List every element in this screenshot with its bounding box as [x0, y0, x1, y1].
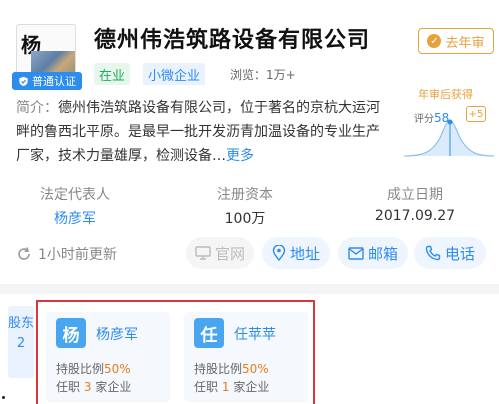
company-type-tag: 小微企业 — [143, 63, 206, 85]
status-tag: 在业 — [94, 63, 131, 85]
monitor-icon — [195, 246, 211, 260]
refresh-icon — [18, 247, 30, 260]
shield-icon — [19, 76, 28, 86]
intro-text: 德州伟浩筑路设备有限公司，位于著名的京杭大运河畔的鲁西北平原。是最早一批开发沥青… — [16, 100, 380, 164]
shareholder-count: 2 — [16, 336, 26, 351]
company-name: 德州伟浩筑路设备有限公司 — [94, 28, 371, 53]
address-label: 地址 — [289, 244, 320, 263]
phone-icon — [425, 245, 441, 261]
phone-label: 电话 — [444, 244, 475, 263]
score-header: 年审后获得 — [418, 88, 473, 101]
registered-capital: 注册资本 100万 — [170, 184, 320, 228]
email-button[interactable]: 邮箱 — [338, 237, 408, 269]
mail-icon — [348, 246, 364, 260]
dot-marker — [2, 396, 5, 399]
info-value: 2017.09.27 — [374, 208, 456, 224]
highlight-box — [36, 300, 315, 404]
location-pin-icon — [272, 245, 286, 261]
intro-label: 简介： — [16, 100, 58, 116]
shareholder-section-tab[interactable]: 股东 2 — [8, 306, 34, 378]
website-label: 官网 — [214, 244, 245, 263]
update-text: 1小时前更新 — [38, 247, 117, 263]
audit-label: 去年审 — [445, 35, 485, 51]
established-date: 成立日期 2017.09.27 — [340, 184, 490, 224]
annual-audit-button[interactable]: ✓ 去年审 — [418, 28, 494, 54]
info-key: 注册资本 — [217, 187, 273, 203]
legal-representative-link[interactable]: 杨彦军 — [0, 208, 150, 228]
website-button[interactable]: 官网 — [186, 237, 254, 269]
company-intro[interactable]: 简介：德州伟浩筑路设备有限公司，位于著名的京杭大运河畔的鲁西北平原。是最早一批开… — [16, 96, 390, 168]
views-value: 1万+ — [266, 68, 296, 82]
info-key: 法定代表人 — [40, 187, 110, 203]
legal-representative: 法定代表人 杨彦军 — [0, 184, 150, 228]
check-shield-icon: ✓ — [427, 34, 442, 48]
intro-more-link[interactable]: 更多 — [226, 148, 254, 164]
score-widget[interactable]: 年审后获得 评分58 +5 — [404, 86, 494, 158]
address-button[interactable]: 地址 — [262, 237, 330, 269]
views-label: 浏览： — [230, 68, 267, 82]
info-value: 100万 — [224, 211, 266, 227]
certification-badge[interactable]: 普通认证 — [12, 72, 82, 90]
email-label: 邮箱 — [367, 244, 398, 263]
info-key: 成立日期 — [387, 187, 443, 203]
shareholder-section-label: 股东 — [8, 316, 35, 331]
update-status[interactable]: 1小时前更新 — [16, 244, 117, 264]
phone-button[interactable]: 电话 — [414, 237, 486, 269]
company-card: 杨 普通认证 德州伟浩筑路设备有限公司 在业 小微企业 浏览：1万+ ✓ 去年审… — [0, 0, 499, 284]
view-count: 浏览：1万+ — [230, 66, 296, 83]
certification-label: 普通认证 — [32, 75, 76, 88]
score-distribution-curve — [404, 119, 494, 157]
